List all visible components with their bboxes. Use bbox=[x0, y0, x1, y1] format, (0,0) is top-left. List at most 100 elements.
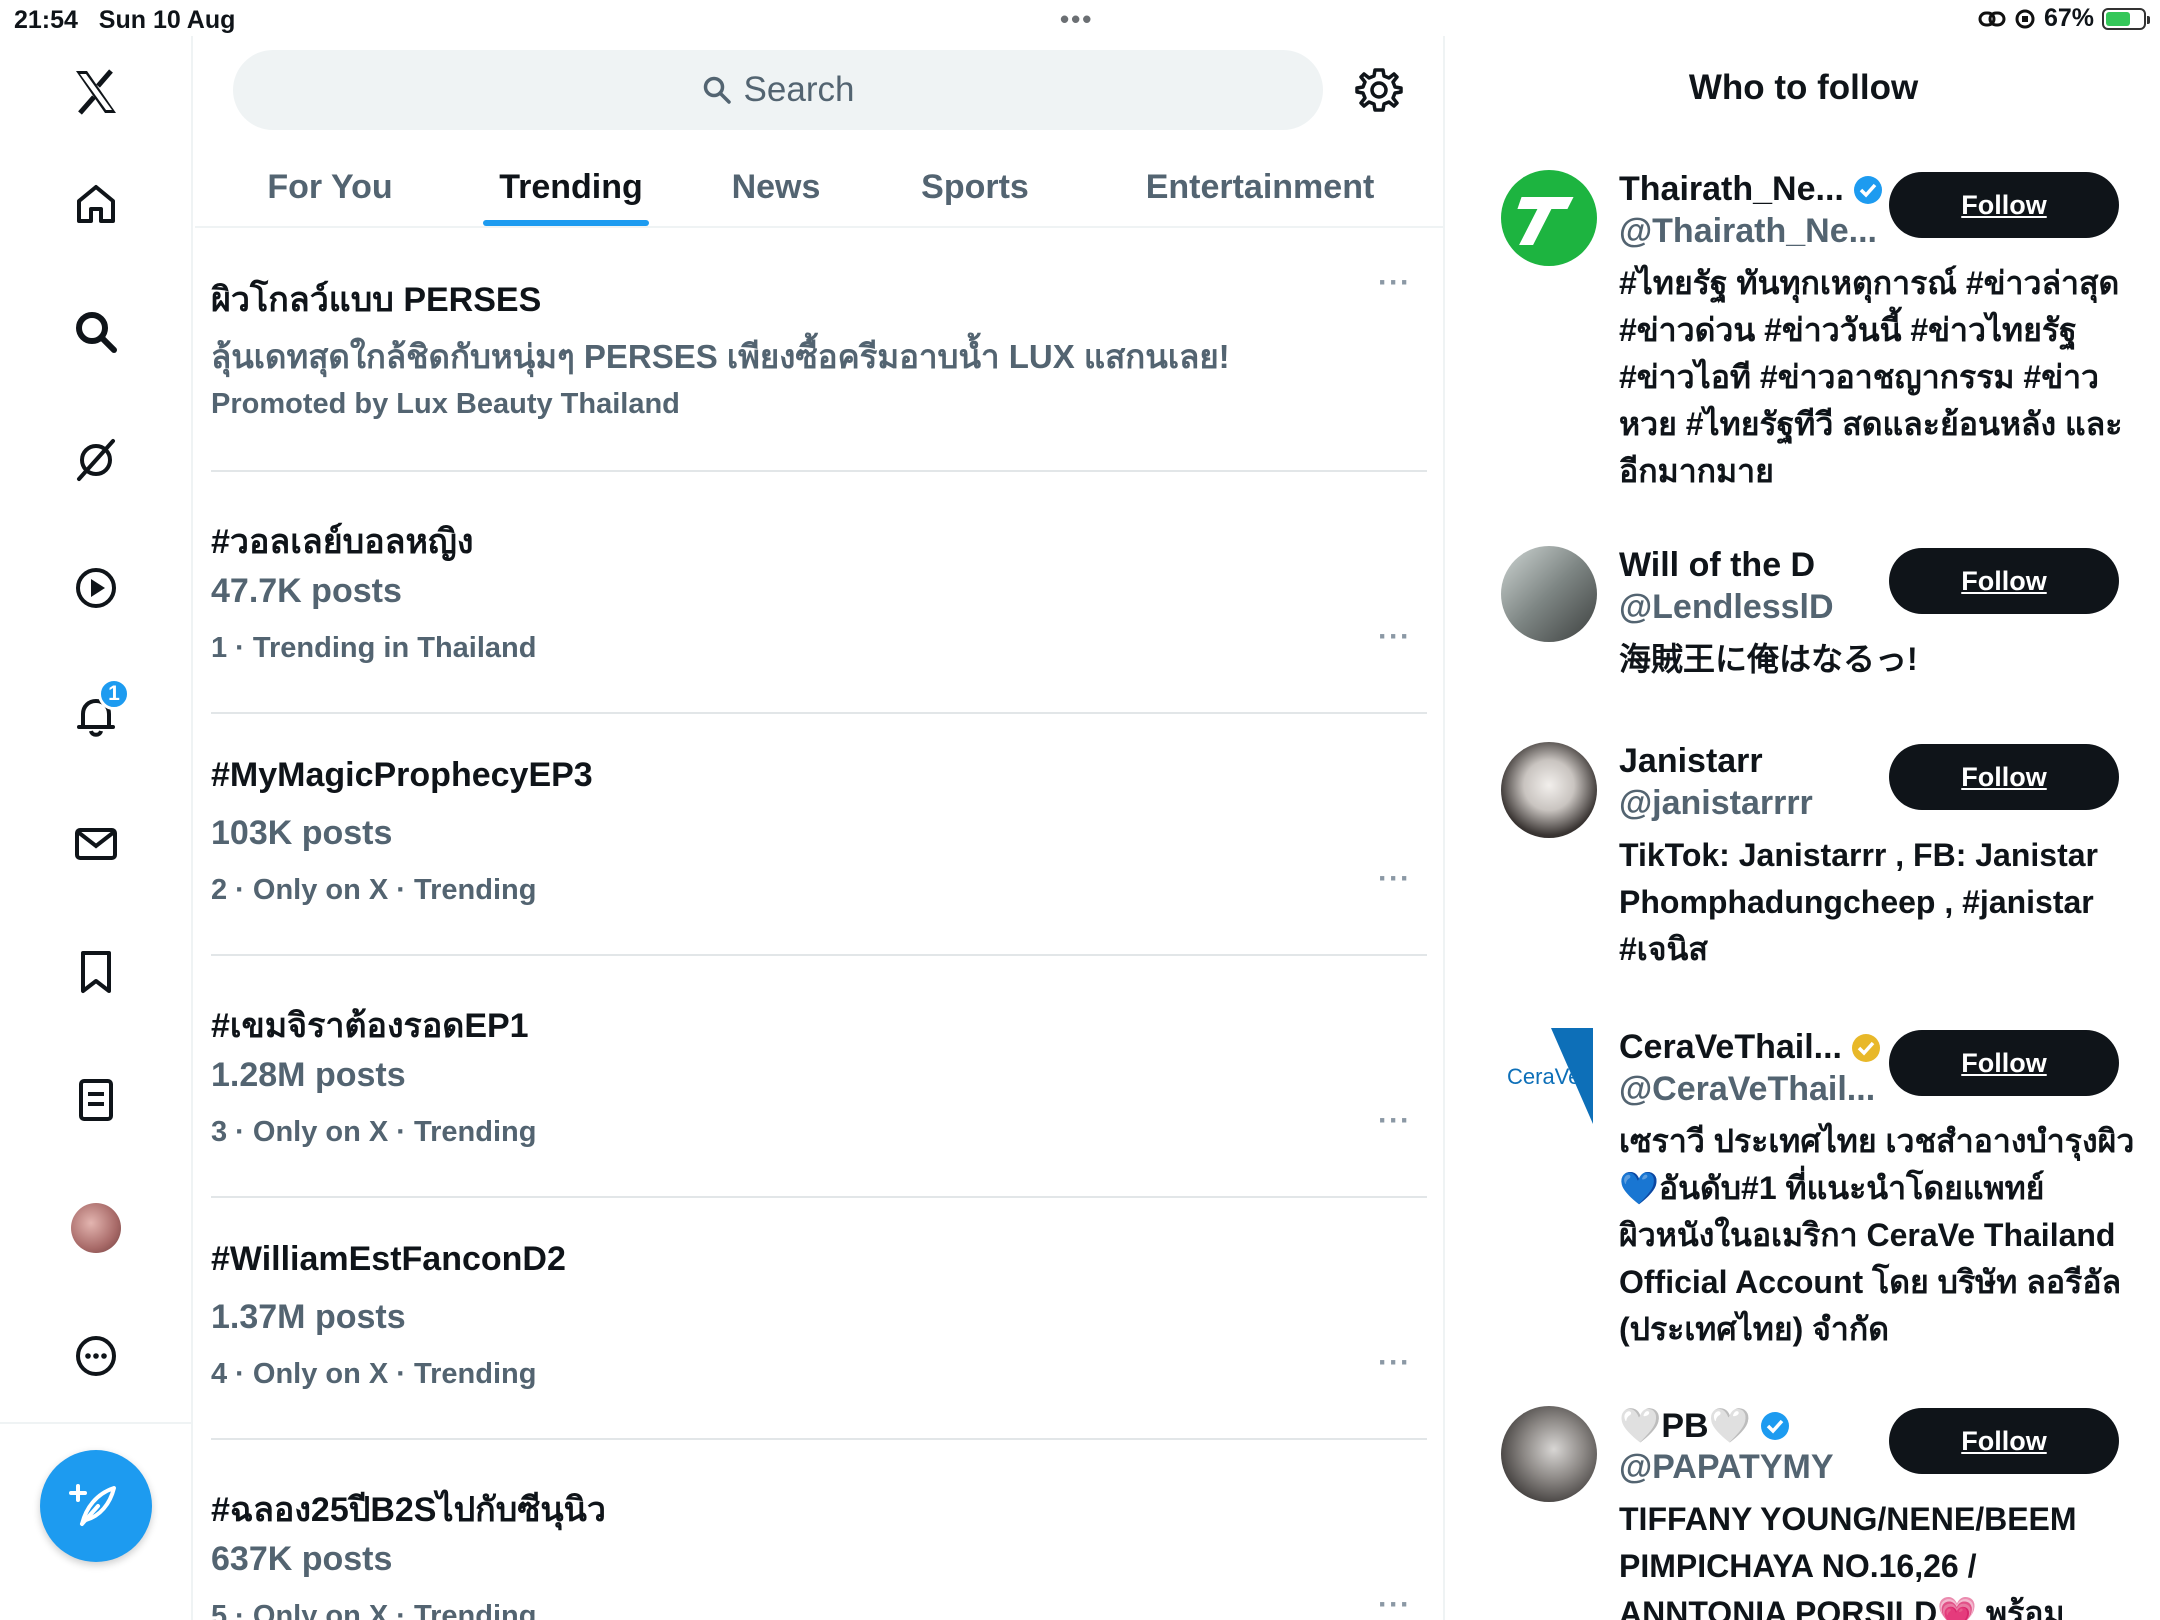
follow-button[interactable]: Follow bbox=[1889, 1030, 2119, 1096]
trend-item[interactable]: #MyMagicProphecyEP3 103K posts 2 · Only … bbox=[211, 714, 1427, 956]
promoted-body: ลุ้นเดทสุดใกล้ชิดกับหนุ่มๆ PERSES เพียงซ… bbox=[211, 338, 1230, 375]
bookmarks-icon[interactable] bbox=[64, 940, 128, 1004]
follow-button[interactable]: Follow bbox=[1889, 744, 2119, 810]
video-icon[interactable] bbox=[64, 556, 128, 620]
suggested-user[interactable]: 🤍PB🤍 @PAPATYMY Follow TIFFANY YOUNG/NENE… bbox=[1501, 1406, 2141, 1620]
more-options-icon[interactable]: ··· bbox=[1378, 1588, 1411, 1620]
follow-button[interactable]: Follow bbox=[1889, 548, 2119, 614]
gear-icon bbox=[1355, 68, 1403, 112]
follow-button[interactable]: Follow bbox=[1889, 172, 2119, 238]
user-handle: @LendlesslD bbox=[1619, 588, 1834, 626]
user-handle: @PAPATYMY bbox=[1619, 1448, 1834, 1486]
suggested-user[interactable]: Janistarr @janistarrrr Follow TikTok: Ja… bbox=[1501, 742, 2141, 1002]
search-placeholder: Search bbox=[743, 70, 855, 109]
suggested-user[interactable]: Will of the D @LendlesslD Follow 海賊王に俺はな… bbox=[1501, 546, 2141, 696]
sidebar-divider bbox=[0, 1422, 193, 1424]
avatar: CeraVe bbox=[1501, 1028, 1597, 1124]
trend-post-count: 47.7K posts bbox=[211, 572, 402, 610]
user-handle: @CeraVeThail... bbox=[1619, 1070, 1876, 1108]
settings-button[interactable] bbox=[1345, 56, 1413, 124]
notification-badge: 1 bbox=[98, 678, 130, 710]
more-options-icon[interactable]: ··· bbox=[1378, 1104, 1411, 1138]
trend-meta: 2 · Only on X · Trending bbox=[211, 874, 537, 906]
explore-main: Search For You Trending News Sports Ente… bbox=[195, 36, 1445, 1620]
promoted-trend[interactable]: ผิวโกลว์แบบ PERSES ลุ้นเดทสุดใกล้ชิดกับห… bbox=[211, 230, 1427, 472]
explore-tabs: For You Trending News Sports Entertainme… bbox=[195, 146, 1445, 228]
avatar bbox=[1501, 546, 1597, 642]
tab-news[interactable]: News bbox=[711, 146, 841, 228]
battery-icon bbox=[2102, 7, 2150, 30]
svg-text:CeraVe: CeraVe bbox=[1507, 1064, 1580, 1089]
search-input[interactable]: Search bbox=[233, 50, 1323, 130]
trend-title: #เขมจิราต้องรอดEP1 bbox=[211, 1007, 529, 1045]
trend-title: #ฉลอง25ปีB2Sไปกับซีนุนิว bbox=[211, 1491, 606, 1529]
x-logo-icon[interactable] bbox=[64, 60, 128, 124]
tab-sports[interactable]: Sports bbox=[895, 146, 1055, 228]
home-icon[interactable] bbox=[64, 172, 128, 236]
status-time: 21:54 Sun 10 Aug bbox=[14, 6, 236, 34]
search-icon[interactable] bbox=[64, 300, 128, 364]
more-options-icon[interactable]: ··· bbox=[1378, 862, 1411, 896]
messages-icon[interactable] bbox=[64, 812, 128, 876]
user-name: Thairath_Ne... bbox=[1619, 170, 1884, 209]
suggested-user[interactable]: Thairath_Ne... @Thairath_Ne... Follow #ไ… bbox=[1501, 170, 2141, 530]
user-bio: 海賊王に俺はなるっ! bbox=[1619, 641, 1918, 677]
user-handle: @janistarrrr bbox=[1619, 784, 1813, 822]
grok-icon[interactable] bbox=[64, 428, 128, 492]
compose-post-icon bbox=[69, 1484, 116, 1526]
avatar bbox=[71, 1203, 121, 1253]
compose-post-button[interactable] bbox=[40, 1450, 152, 1562]
trend-post-count: 1.28M posts bbox=[211, 1056, 406, 1094]
trend-post-count: 637K posts bbox=[211, 1540, 393, 1578]
multitasking-dots[interactable]: ••• bbox=[1060, 4, 1093, 35]
user-bio: TikTok: Janistarrr , FB: Janistar Phomph… bbox=[1619, 837, 2098, 967]
trend-meta: 3 · Only on X · Trending bbox=[211, 1116, 537, 1148]
profile-avatar[interactable] bbox=[64, 1196, 128, 1260]
trend-title: #MyMagicProphecyEP3 bbox=[211, 756, 593, 794]
lists-icon[interactable] bbox=[64, 1068, 128, 1132]
trend-meta: 5 · Only on X · Trending bbox=[211, 1600, 537, 1620]
tab-entertainment[interactable]: Entertainment bbox=[1125, 146, 1395, 228]
trend-item[interactable]: #วอลเลย์บอลหญิง 47.7K posts 1 · Trending… bbox=[211, 472, 1427, 714]
link-icon bbox=[1978, 11, 2006, 26]
notifications-icon[interactable]: 1 bbox=[64, 678, 130, 748]
trend-meta: 1 · Trending in Thailand bbox=[211, 632, 537, 664]
follow-button[interactable]: Follow bbox=[1889, 1408, 2119, 1474]
trend-meta: 4 · Only on X · Trending bbox=[211, 1358, 537, 1390]
user-bio: เซราวี ประเทศไทย เวชสำอางบำรุงผิว 💙อันดั… bbox=[1619, 1123, 2135, 1347]
user-bio: #ไทยรัฐ ทันทุกเหตุการณ์ #ข่าวล่าสุด #ข่า… bbox=[1619, 265, 2123, 489]
tab-trending[interactable]: Trending bbox=[471, 146, 671, 228]
user-name: Will of the D bbox=[1619, 546, 1816, 584]
user-bio: TIFFANY YOUNG/NENE/BEEM PIMPICHAYA NO.16… bbox=[1619, 1501, 2077, 1620]
more-options-icon[interactable]: ··· bbox=[1378, 620, 1411, 654]
tab-for-you[interactable]: For You bbox=[235, 146, 425, 228]
orientation-lock-icon bbox=[2015, 9, 2035, 28]
avatar bbox=[1501, 170, 1597, 266]
who-to-follow-title: Who to follow bbox=[1688, 68, 1919, 107]
status-bar: 21:54 Sun 10 Aug ••• 67% bbox=[0, 0, 2160, 36]
more-icon[interactable] bbox=[64, 1324, 128, 1388]
trend-item[interactable]: #ฉลอง25ปีB2Sไปกับซีนุนิว 637K posts 5 · … bbox=[211, 1440, 1427, 1620]
trend-post-count: 103K posts bbox=[211, 814, 393, 852]
sidebar: 1 bbox=[0, 36, 193, 1620]
user-name: CeraVeThail... bbox=[1619, 1028, 1882, 1067]
more-options-icon[interactable]: ··· bbox=[1378, 1346, 1411, 1380]
trend-post-count: 1.37M posts bbox=[211, 1298, 406, 1336]
avatar bbox=[1501, 1406, 1597, 1502]
trend-item[interactable]: #WilliamEstFanconD2 1.37M posts 4 · Only… bbox=[211, 1198, 1427, 1440]
active-tab-indicator bbox=[483, 220, 649, 226]
battery-percent: 67% bbox=[2043, 4, 2094, 32]
search-icon bbox=[703, 76, 731, 104]
verified-badge-icon bbox=[1853, 175, 1882, 204]
user-name: 🤍PB🤍 bbox=[1619, 1406, 1791, 1446]
user-handle: @Thairath_Ne... bbox=[1619, 212, 1877, 250]
suggested-user[interactable]: CeraVe CeraVeThail... @CeraVeThail... Fo… bbox=[1501, 1028, 2141, 1388]
avatar bbox=[1501, 742, 1597, 838]
promoted-by: Promoted by Lux Beauty Thailand bbox=[211, 388, 680, 420]
more-options-icon[interactable]: ··· bbox=[1378, 266, 1411, 300]
trend-item[interactable]: #เขมจิราต้องรอดEP1 1.28M posts 3 · Only … bbox=[211, 956, 1427, 1198]
verified-badge-icon bbox=[1852, 1033, 1880, 1062]
promoted-title: ผิวโกลว์แบบ PERSES bbox=[211, 281, 542, 319]
trend-title: #วอลเลย์บอลหญิง bbox=[211, 523, 474, 561]
status-indicators: 67% bbox=[1978, 4, 2150, 33]
